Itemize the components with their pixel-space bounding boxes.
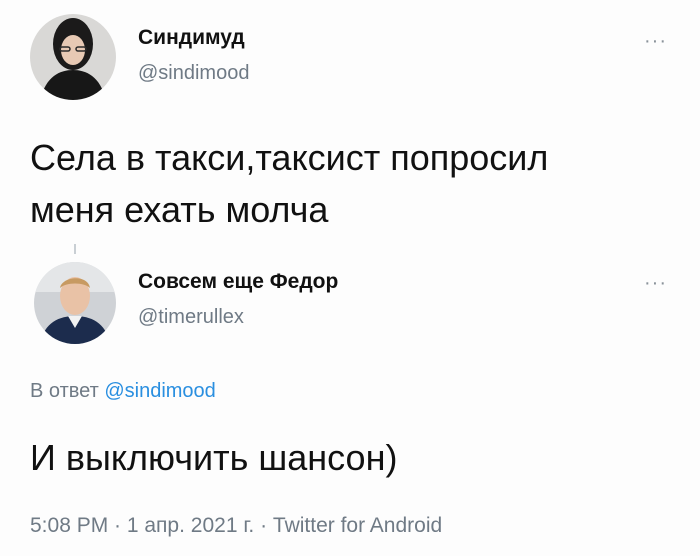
reply-to-line: В ответ @sindimood [30, 380, 216, 403]
avatar-photo [30, 14, 116, 100]
tweet-text-line-2: меня ехать молча [30, 189, 329, 230]
user-handle[interactable]: @sindimood [138, 62, 249, 85]
avatar-sindimood[interactable] [30, 14, 116, 100]
tweet-text: Села в такси,таксист попросил меня ехать… [30, 132, 548, 236]
tweet-text-line-1: Села в такси,таксист попросил [30, 137, 549, 178]
reply-mention-link[interactable]: @sindimood [104, 380, 215, 402]
tweet-timestamp[interactable]: 5:08 PM · 1 апр. 2021 г. · Twitter for A… [30, 514, 442, 538]
more-options-icon[interactable]: ··· [644, 30, 667, 53]
display-name[interactable]: Синдимуд [138, 26, 245, 50]
user-handle[interactable]: @timerullex [138, 306, 244, 329]
tweet-text: И выключить шансон) [30, 437, 398, 478]
reply-prefix: В ответ [30, 380, 99, 402]
thread-connector [74, 244, 76, 254]
more-options-icon[interactable]: ··· [644, 272, 667, 295]
avatar-timerullex[interactable] [34, 262, 116, 344]
display-name[interactable]: Совсем еще Федор [138, 270, 338, 294]
avatar-photo [34, 262, 116, 344]
